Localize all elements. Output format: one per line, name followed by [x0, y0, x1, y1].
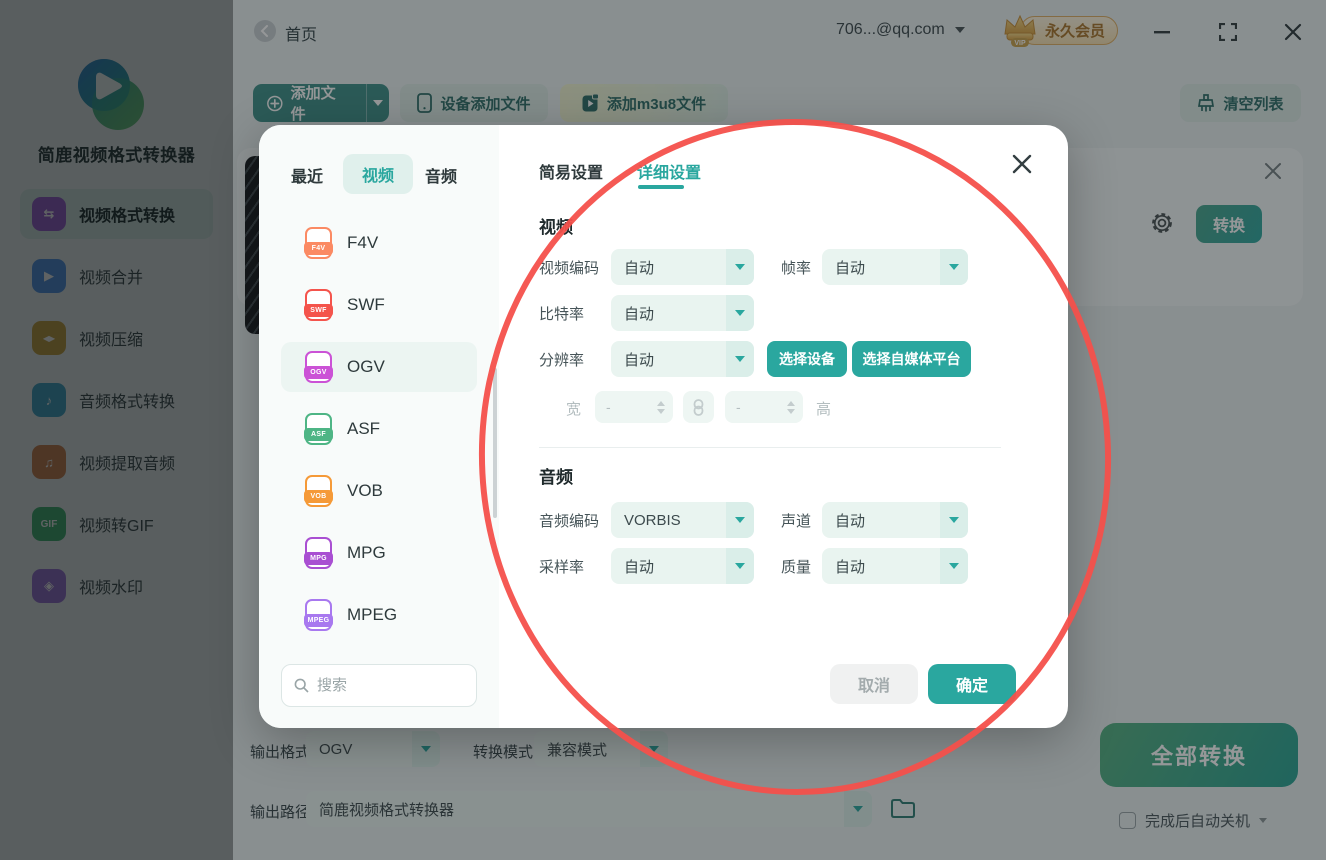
mpg-file-icon: MPG	[304, 537, 333, 569]
tab-recent[interactable]: 最近	[291, 163, 323, 187]
audio-codec-label: 音频编码	[539, 513, 600, 530]
modal-backdrop-sidebar	[0, 0, 233, 860]
audio-codec-select[interactable]: VORBIS	[611, 502, 754, 538]
section-divider	[539, 447, 1001, 448]
confirm-button[interactable]: 确定	[928, 664, 1016, 704]
cancel-button[interactable]: 取消	[830, 664, 918, 704]
height-label: 高	[816, 401, 832, 418]
close-icon	[1012, 154, 1032, 174]
close-dialog-button[interactable]	[1011, 153, 1033, 175]
audio-section-header: 音频	[539, 468, 573, 487]
format-option-asf[interactable]: ASF ASF	[281, 404, 477, 454]
bitrate-label: 比特率	[539, 306, 585, 323]
video-codec-label: 视频编码	[539, 260, 600, 277]
fps-select[interactable]: 自动	[822, 249, 968, 285]
chevron-down-icon	[940, 548, 968, 584]
chevron-down-icon	[726, 295, 754, 331]
select-platform-button[interactable]: 选择自媒体平台	[852, 341, 971, 377]
asf-file-icon: ASF	[304, 413, 333, 445]
link-icon	[693, 398, 704, 416]
samplerate-label: 采样率	[539, 559, 585, 576]
chevron-down-icon	[726, 249, 754, 285]
channel-select[interactable]: 自动	[822, 502, 968, 538]
tab-video[interactable]: 视频	[343, 154, 413, 194]
video-codec-select[interactable]: 自动	[611, 249, 754, 285]
format-option-mpeg[interactable]: MPEG MPEG	[281, 590, 477, 640]
width-stepper[interactable]: -	[595, 391, 673, 423]
format-option-mpg[interactable]: MPG MPG	[281, 528, 477, 578]
tab-simple-settings[interactable]: 简易设置	[539, 159, 603, 183]
chevron-down-icon	[940, 502, 968, 538]
active-tab-underline	[638, 185, 684, 189]
format-search-box	[281, 664, 477, 707]
swf-file-icon: SWF	[304, 289, 333, 321]
quality-label: 质量	[781, 559, 812, 576]
fps-label: 帧率	[781, 260, 812, 277]
resolution-select[interactable]: 自动	[611, 341, 754, 377]
tab-audio[interactable]: 音频	[425, 163, 457, 187]
format-option-ogv[interactable]: OGV OGV	[281, 342, 477, 392]
format-option-f4v[interactable]: F4V F4V	[281, 218, 477, 268]
samplerate-select[interactable]: 自动	[611, 548, 754, 584]
select-device-button[interactable]: 选择设备	[767, 341, 847, 377]
bitrate-select[interactable]: 自动	[611, 295, 754, 331]
channel-label: 声道	[781, 513, 812, 530]
quality-select[interactable]: 自动	[822, 548, 968, 584]
lock-aspect-ratio-button[interactable]	[683, 391, 714, 423]
format-list-scrollbar[interactable]	[493, 368, 497, 518]
width-label: 宽	[566, 401, 582, 418]
chevron-down-icon	[940, 249, 968, 285]
format-option-swf[interactable]: SWF SWF	[281, 280, 477, 330]
format-picker-panel: 最近 视频 音频 F4V F4V SWF SWF OGV OGV ASF ASF…	[259, 125, 499, 728]
f4v-file-icon: F4V	[304, 227, 333, 259]
chevron-down-icon	[726, 341, 754, 377]
vob-file-icon: VOB	[304, 475, 333, 507]
height-stepper[interactable]: -	[725, 391, 803, 423]
resolution-label: 分辨率	[539, 352, 585, 369]
format-settings-dialog: 最近 视频 音频 F4V F4V SWF SWF OGV OGV ASF ASF…	[259, 125, 1068, 728]
tab-detail-settings[interactable]: 详细设置	[637, 159, 701, 183]
stepper-arrows-icon	[657, 391, 665, 423]
video-section-header: 视频	[539, 218, 573, 237]
search-icon	[294, 678, 309, 693]
mpeg-file-icon: MPEG	[304, 599, 333, 631]
chevron-down-icon	[726, 502, 754, 538]
ogv-file-icon: OGV	[304, 351, 333, 383]
chevron-down-icon	[726, 548, 754, 584]
search-input[interactable]	[317, 677, 457, 694]
stepper-arrows-icon	[787, 391, 795, 423]
format-option-vob[interactable]: VOB VOB	[281, 466, 477, 516]
